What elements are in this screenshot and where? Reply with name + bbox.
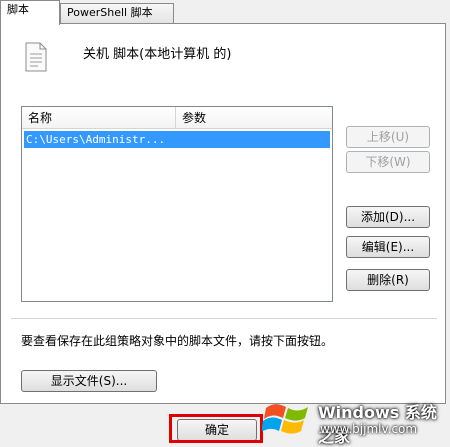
delete-button[interactable]: 删除(R) xyxy=(346,269,430,291)
watermark-url: www.bjjmlv.com xyxy=(320,422,418,436)
divider xyxy=(11,318,437,319)
scripts-panel: 关机 脚本(本地计算机 的) 名称 参数 C:\Users\Administr.… xyxy=(0,23,446,404)
tab-powershell-scripts[interactable]: PowerShell 脚本 xyxy=(60,3,174,23)
script-list[interactable]: 名称 参数 C:\Users\Administr... xyxy=(21,106,333,302)
add-button[interactable]: 添加(D)... xyxy=(346,206,430,228)
page-title: 关机 脚本(本地计算机 的) xyxy=(83,47,232,62)
column-header-parameters[interactable]: 参数 xyxy=(176,107,332,129)
watermark: Windows 系统之家 www.bjjmlv.com xyxy=(261,394,450,446)
move-down-button[interactable]: 下移(W) xyxy=(346,151,430,173)
show-files-button[interactable]: 显示文件(S)... xyxy=(21,370,157,392)
column-header-name[interactable]: 名称 xyxy=(22,107,176,129)
tab-scripts[interactable]: 脚本 xyxy=(0,0,60,25)
script-document-icon xyxy=(23,42,49,75)
windows-logo-icon xyxy=(261,398,314,441)
info-text: 要查看保存在此组策略对象中的脚本文件，请按下面按钮。 xyxy=(21,334,334,348)
move-up-button[interactable]: 上移(U) xyxy=(346,126,430,148)
edit-button[interactable]: 编辑(E)... xyxy=(346,236,430,258)
tab-strip: 脚本 PowerShell 脚本 xyxy=(0,0,450,25)
ok-highlight-box xyxy=(169,414,263,443)
list-item[interactable]: C:\Users\Administr... xyxy=(24,131,330,148)
